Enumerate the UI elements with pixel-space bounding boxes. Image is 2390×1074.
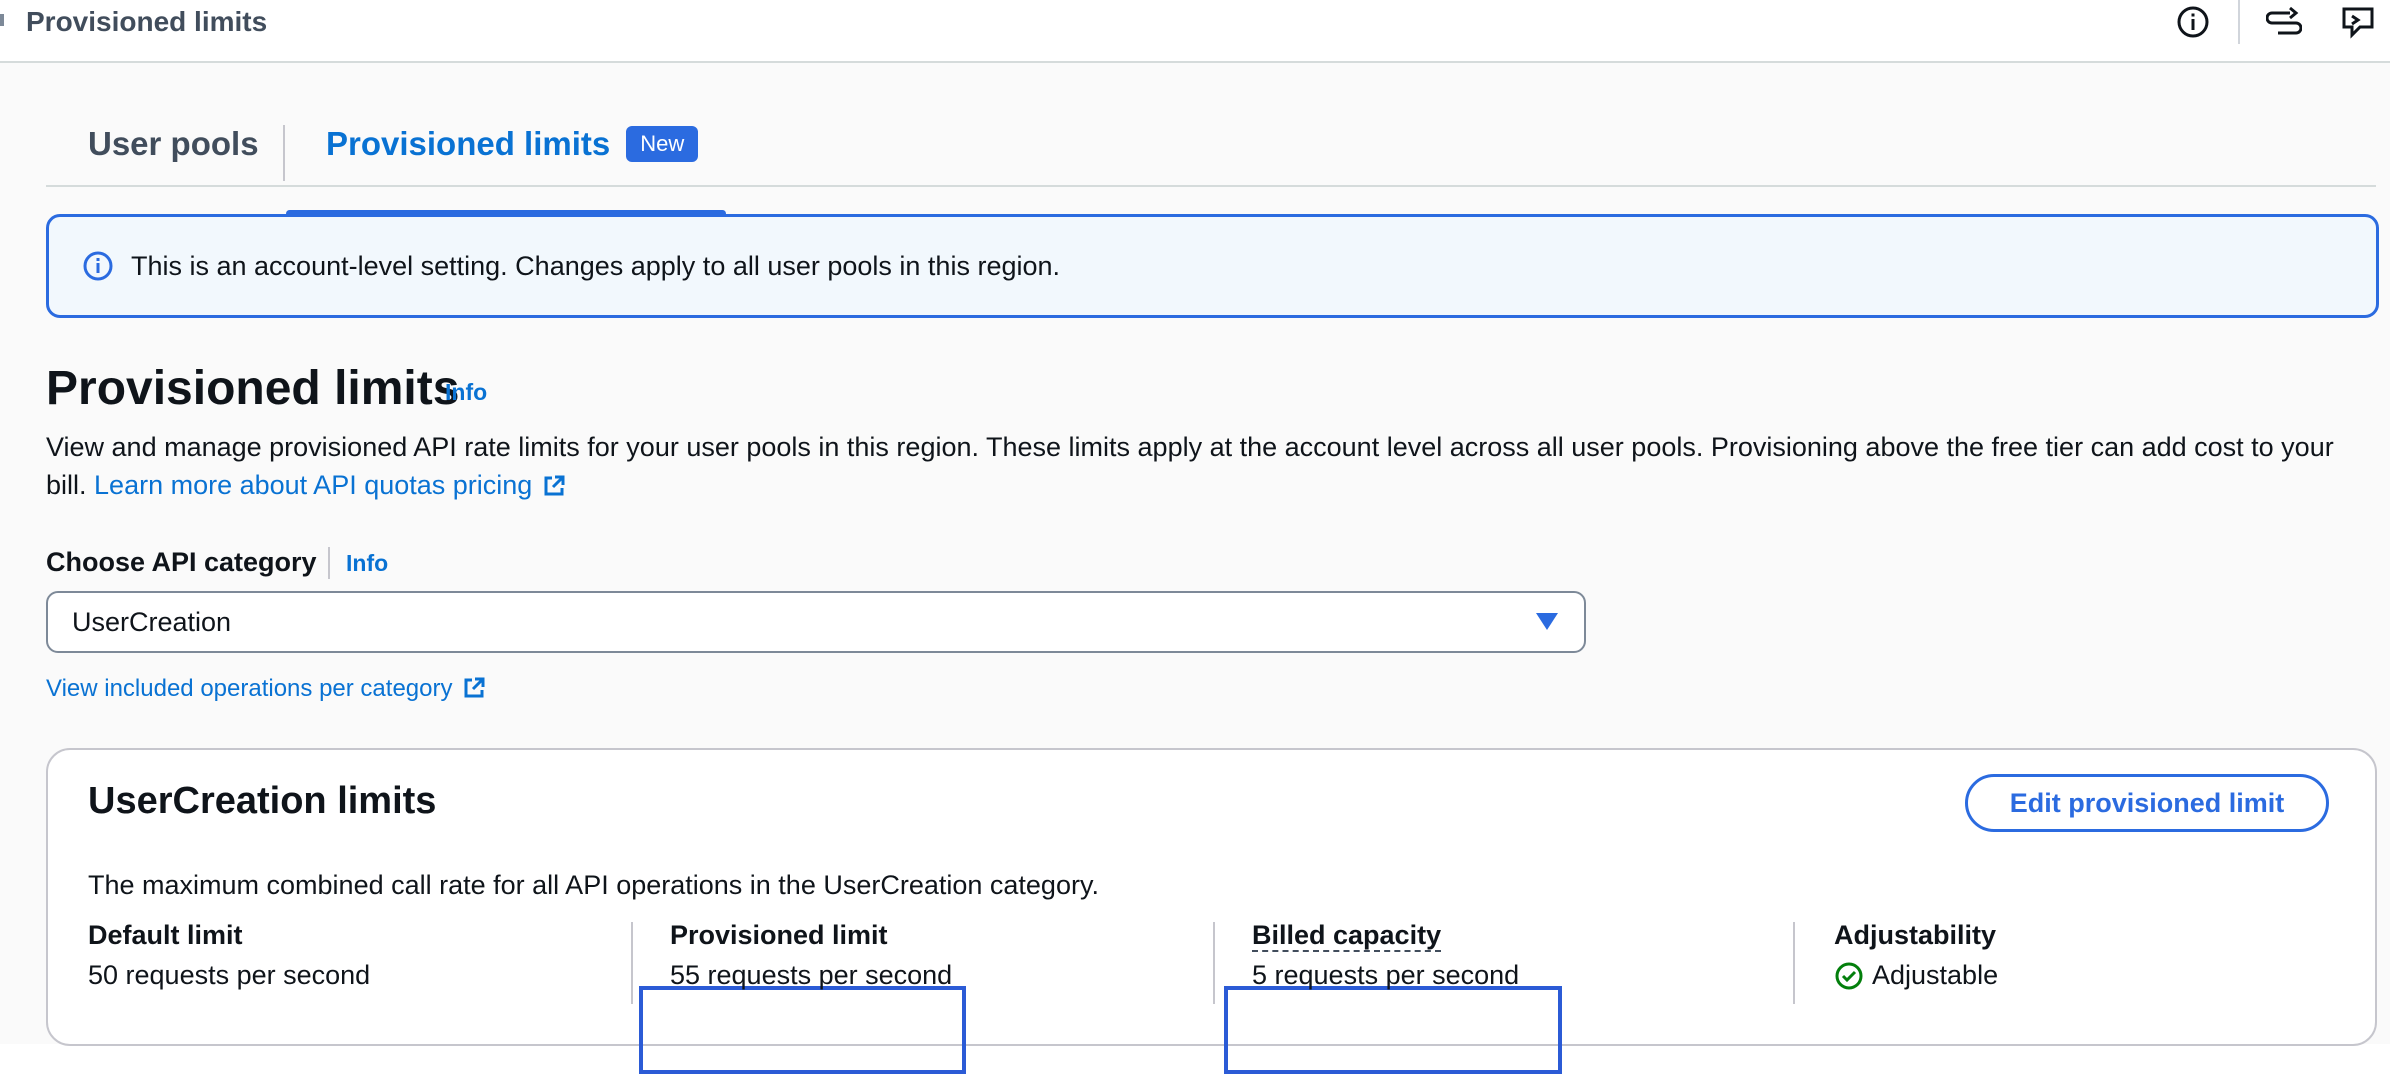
column-divider: [1793, 922, 1795, 1004]
highlight-box: [1224, 986, 1562, 1074]
selected-category: UserCreation: [72, 607, 232, 637]
edit-provisioned-limit-button[interactable]: Edit provisioned limit: [1965, 774, 2329, 832]
tab-label: User pools: [88, 125, 259, 162]
panel-edge-handle[interactable]: [0, 14, 4, 26]
billed-capacity-tooltip-trigger[interactable]: Billed capacity: [1252, 920, 1442, 952]
label-divider: [328, 547, 330, 579]
new-badge: New: [626, 126, 699, 162]
page-title: Provisioned limits: [46, 362, 460, 415]
tab-bar: User pools Provisioned limits New: [46, 103, 2376, 217]
card-description: The maximum combined call rate for all A…: [88, 870, 1099, 900]
stat-label-wrap: Billed capacity: [1252, 920, 1519, 952]
operations-link[interactable]: View included operations per category: [46, 675, 486, 707]
caret-down-icon: [1536, 613, 1558, 630]
alert-text: This is an account-level setting. Change…: [131, 250, 1061, 281]
status-text: Adjustable: [1872, 960, 1999, 990]
column-divider: [631, 922, 633, 1004]
column-divider: [1213, 922, 1215, 1004]
page-description: View and manage provisioned API rate lim…: [46, 428, 2376, 508]
split-panel-icon[interactable]: [2262, 0, 2306, 44]
stat-value: 50 requests per second: [88, 960, 371, 990]
main-content: User pools Provisioned limits New This i…: [0, 63, 2390, 1074]
external-link-icon: [542, 470, 566, 508]
feedback-icon[interactable]: [2336, 0, 2380, 44]
limits-card: UserCreation limits Edit provisioned lim…: [46, 748, 2377, 1074]
toolbar-divider: [2238, 0, 2240, 44]
stat-value: 5 requests per second: [1252, 960, 1520, 990]
info-circle-icon: [81, 249, 115, 283]
tab-user-pools[interactable]: User pools: [88, 103, 259, 185]
panel-title: Provisioned limits: [26, 6, 268, 37]
billed-capacity-stat: Billed capacity 5 requests per second: [1252, 920, 1519, 991]
default-limit-stat: Default limit 50 requests per second: [88, 920, 370, 991]
highlight-box: [639, 986, 966, 1074]
external-link-icon: [462, 676, 486, 707]
card-title: UserCreation limits: [88, 780, 437, 822]
provisioned-limit-stat: Provisioned limit 55 requests per second: [670, 920, 952, 991]
adjustability-status: Adjustable: [1834, 960, 1998, 991]
info-alert: This is an account-level setting. Change…: [46, 214, 2379, 318]
check-circle-icon: [1834, 961, 1872, 991]
api-category-label: Choose API category: [46, 547, 317, 577]
pricing-link-label: Learn more about API quotas pricing: [94, 470, 533, 500]
api-category-info-link[interactable]: Info: [346, 550, 388, 577]
api-category-select[interactable]: UserCreation: [46, 591, 1586, 653]
info-icon[interactable]: [2171, 0, 2215, 44]
page-info-link[interactable]: Info: [445, 379, 487, 406]
stat-label: Default limit: [88, 920, 243, 950]
adjustability-stat: Adjustability Adjustable: [1834, 920, 1998, 991]
stat-label: Adjustability: [1834, 920, 1997, 950]
tab-label: Provisioned limits: [326, 125, 611, 162]
stat-value: 55 requests per second: [670, 960, 953, 990]
top-bar: Provisioned limits: [0, 0, 2390, 63]
operations-link-label: View included operations per category: [46, 675, 453, 702]
pricing-link[interactable]: Learn more about API quotas pricing: [94, 470, 566, 500]
tab-provisioned-limits[interactable]: Provisioned limits New: [326, 103, 699, 185]
stat-label: Provisioned limit: [670, 920, 888, 950]
tab-divider: [283, 125, 285, 181]
